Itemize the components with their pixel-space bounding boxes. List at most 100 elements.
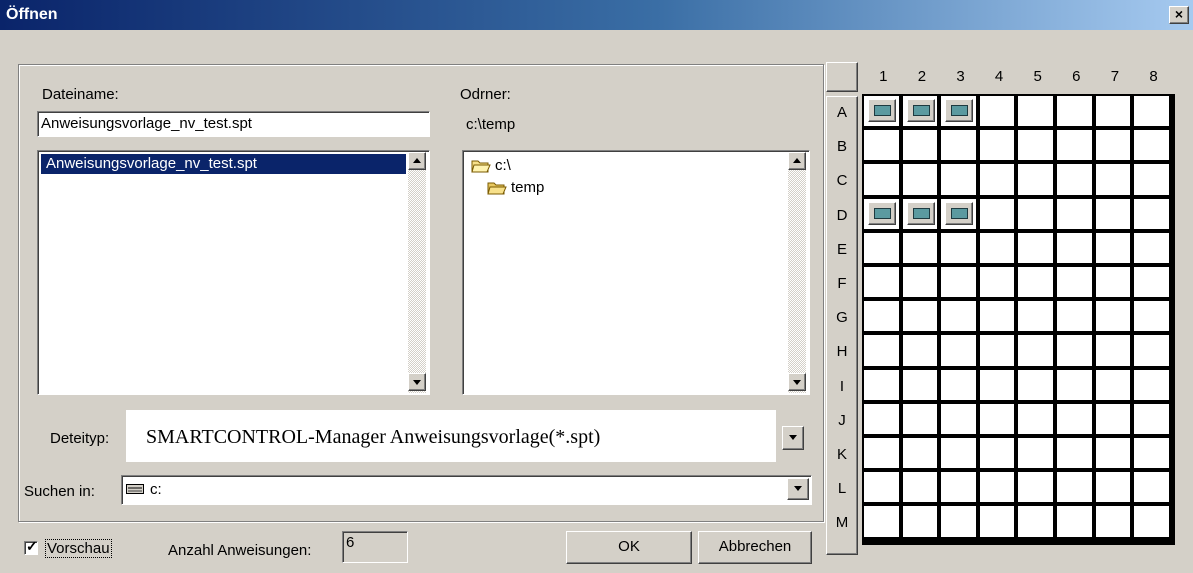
folder-tree-scrollbar[interactable] — [788, 152, 806, 393]
grid-cell-M1[interactable] — [864, 506, 901, 539]
grid-cell-G5[interactable] — [1018, 301, 1055, 334]
grid-cell-E2[interactable] — [902, 232, 940, 265]
grid-cell-M7[interactable] — [1095, 506, 1133, 539]
preview-checkbox[interactable]: ✓ — [24, 538, 38, 555]
grid-cell-M2[interactable] — [902, 506, 940, 539]
file-list[interactable]: Anweisungsvorlage_nv_test.spt — [37, 150, 430, 395]
preview-label[interactable]: Vorschau — [45, 539, 112, 558]
grid-cell-M3[interactable] — [941, 506, 978, 539]
grid-cell-L5[interactable] — [1018, 472, 1055, 505]
grid-cell-A2[interactable] — [902, 96, 940, 129]
grid-cell-H7[interactable] — [1095, 335, 1133, 368]
grid-cell-G7[interactable] — [1095, 301, 1133, 334]
grid-cell-I1[interactable] — [864, 369, 901, 402]
grid-cell-M5[interactable] — [1018, 506, 1055, 539]
grid-cell-D1[interactable] — [864, 198, 901, 231]
grid-cell-J5[interactable] — [1018, 403, 1055, 436]
grid-cell-B4[interactable] — [979, 130, 1017, 163]
grid-cell-H5[interactable] — [1018, 335, 1055, 368]
grid-cell-C5[interactable] — [1018, 164, 1055, 197]
filename-input[interactable]: Anweisungsvorlage_nv_test.spt — [37, 111, 430, 137]
grid-cell-I3[interactable] — [941, 369, 978, 402]
file-type-dropdown-button[interactable] — [782, 426, 804, 450]
grid-cell-K1[interactable] — [864, 438, 901, 471]
grid-cell-D3[interactable] — [941, 198, 978, 231]
folder-tree-scroll-up[interactable] — [788, 152, 806, 170]
grid-cell-L4[interactable] — [979, 472, 1017, 505]
grid-cell-A1[interactable] — [864, 96, 901, 129]
grid-cell-J1[interactable] — [864, 403, 901, 436]
grid-cell-K4[interactable] — [979, 438, 1017, 471]
cancel-button[interactable]: Abbrechen — [698, 531, 812, 564]
grid-cell-E6[interactable] — [1057, 232, 1094, 265]
grid-cell-G3[interactable] — [941, 301, 978, 334]
grid-cell-F5[interactable] — [1018, 267, 1055, 300]
grid-cell-F1[interactable] — [864, 267, 901, 300]
grid-cell-H2[interactable] — [902, 335, 940, 368]
folder-tree[interactable]: c:\ temp — [462, 150, 810, 395]
grid-cell-J7[interactable] — [1095, 403, 1133, 436]
file-list-item[interactable]: Anweisungsvorlage_nv_test.spt — [41, 154, 406, 174]
grid-cell-H3[interactable] — [941, 335, 978, 368]
grid-cell-G1[interactable] — [864, 301, 901, 334]
grid-cell-J4[interactable] — [979, 403, 1017, 436]
grid-cell-K2[interactable] — [902, 438, 940, 471]
grid-cell-C7[interactable] — [1095, 164, 1133, 197]
search-in-select[interactable]: c: — [121, 475, 812, 505]
grid-cell-E1[interactable] — [864, 232, 901, 265]
grid-cell-I4[interactable] — [979, 369, 1017, 402]
grid-cell-F6[interactable] — [1057, 267, 1094, 300]
grid-cell-J2[interactable] — [902, 403, 940, 436]
grid-cell-A3[interactable] — [941, 96, 978, 129]
grid-cell-B1[interactable] — [864, 130, 901, 163]
grid-cell-K6[interactable] — [1057, 438, 1094, 471]
grid-cell-F4[interactable] — [979, 267, 1017, 300]
grid-cell-H8[interactable] — [1134, 335, 1171, 368]
grid-cell-F8[interactable] — [1134, 267, 1171, 300]
grid-cell-C2[interactable] — [902, 164, 940, 197]
grid-cell-L6[interactable] — [1057, 472, 1094, 505]
grid-cell-D2[interactable] — [902, 198, 940, 231]
grid-cell-H4[interactable] — [979, 335, 1017, 368]
grid-cell-A7[interactable] — [1095, 96, 1133, 129]
grid-cell-L1[interactable] — [864, 472, 901, 505]
grid-cell-I6[interactable] — [1057, 369, 1094, 402]
grid-cell-D8[interactable] — [1134, 198, 1171, 231]
grid-cell-K8[interactable] — [1134, 438, 1171, 471]
search-in-dropdown-button[interactable] — [787, 478, 809, 500]
grid-cell-L3[interactable] — [941, 472, 978, 505]
grid-cell-G2[interactable] — [902, 301, 940, 334]
grid-cell-L7[interactable] — [1095, 472, 1133, 505]
grid-cell-M6[interactable] — [1057, 506, 1094, 539]
grid-cell-I7[interactable] — [1095, 369, 1133, 402]
grid-cell-G6[interactable] — [1057, 301, 1094, 334]
grid-cell-B2[interactable] — [902, 130, 940, 163]
grid-cell-E5[interactable] — [1018, 232, 1055, 265]
file-list-scrollbar[interactable] — [408, 152, 426, 393]
grid-cell-G4[interactable] — [979, 301, 1017, 334]
grid-cell-M4[interactable] — [979, 506, 1017, 539]
grid-cell-B7[interactable] — [1095, 130, 1133, 163]
grid-cell-B6[interactable] — [1057, 130, 1094, 163]
grid-cell-E7[interactable] — [1095, 232, 1133, 265]
grid-cell-C4[interactable] — [979, 164, 1017, 197]
file-list-scroll-up[interactable] — [408, 152, 426, 170]
grid-cell-F7[interactable] — [1095, 267, 1133, 300]
grid-cell-F3[interactable] — [941, 267, 978, 300]
close-button[interactable]: × — [1169, 6, 1189, 24]
grid-cell-A4[interactable] — [979, 96, 1017, 129]
grid-cell-D7[interactable] — [1095, 198, 1133, 231]
grid-cell-G8[interactable] — [1134, 301, 1171, 334]
grid-cell-K5[interactable] — [1018, 438, 1055, 471]
grid-cell-I8[interactable] — [1134, 369, 1171, 402]
grid-cell-J3[interactable] — [941, 403, 978, 436]
folder-tree-scroll-down[interactable] — [788, 373, 806, 391]
file-list-scroll-down[interactable] — [408, 373, 426, 391]
grid-cell-D4[interactable] — [979, 198, 1017, 231]
grid-cell-I2[interactable] — [902, 369, 940, 402]
grid-cell-B3[interactable] — [941, 130, 978, 163]
grid-cell-B5[interactable] — [1018, 130, 1055, 163]
grid-cell-C3[interactable] — [941, 164, 978, 197]
grid-cell-J6[interactable] — [1057, 403, 1094, 436]
grid-cell-E8[interactable] — [1134, 232, 1171, 265]
